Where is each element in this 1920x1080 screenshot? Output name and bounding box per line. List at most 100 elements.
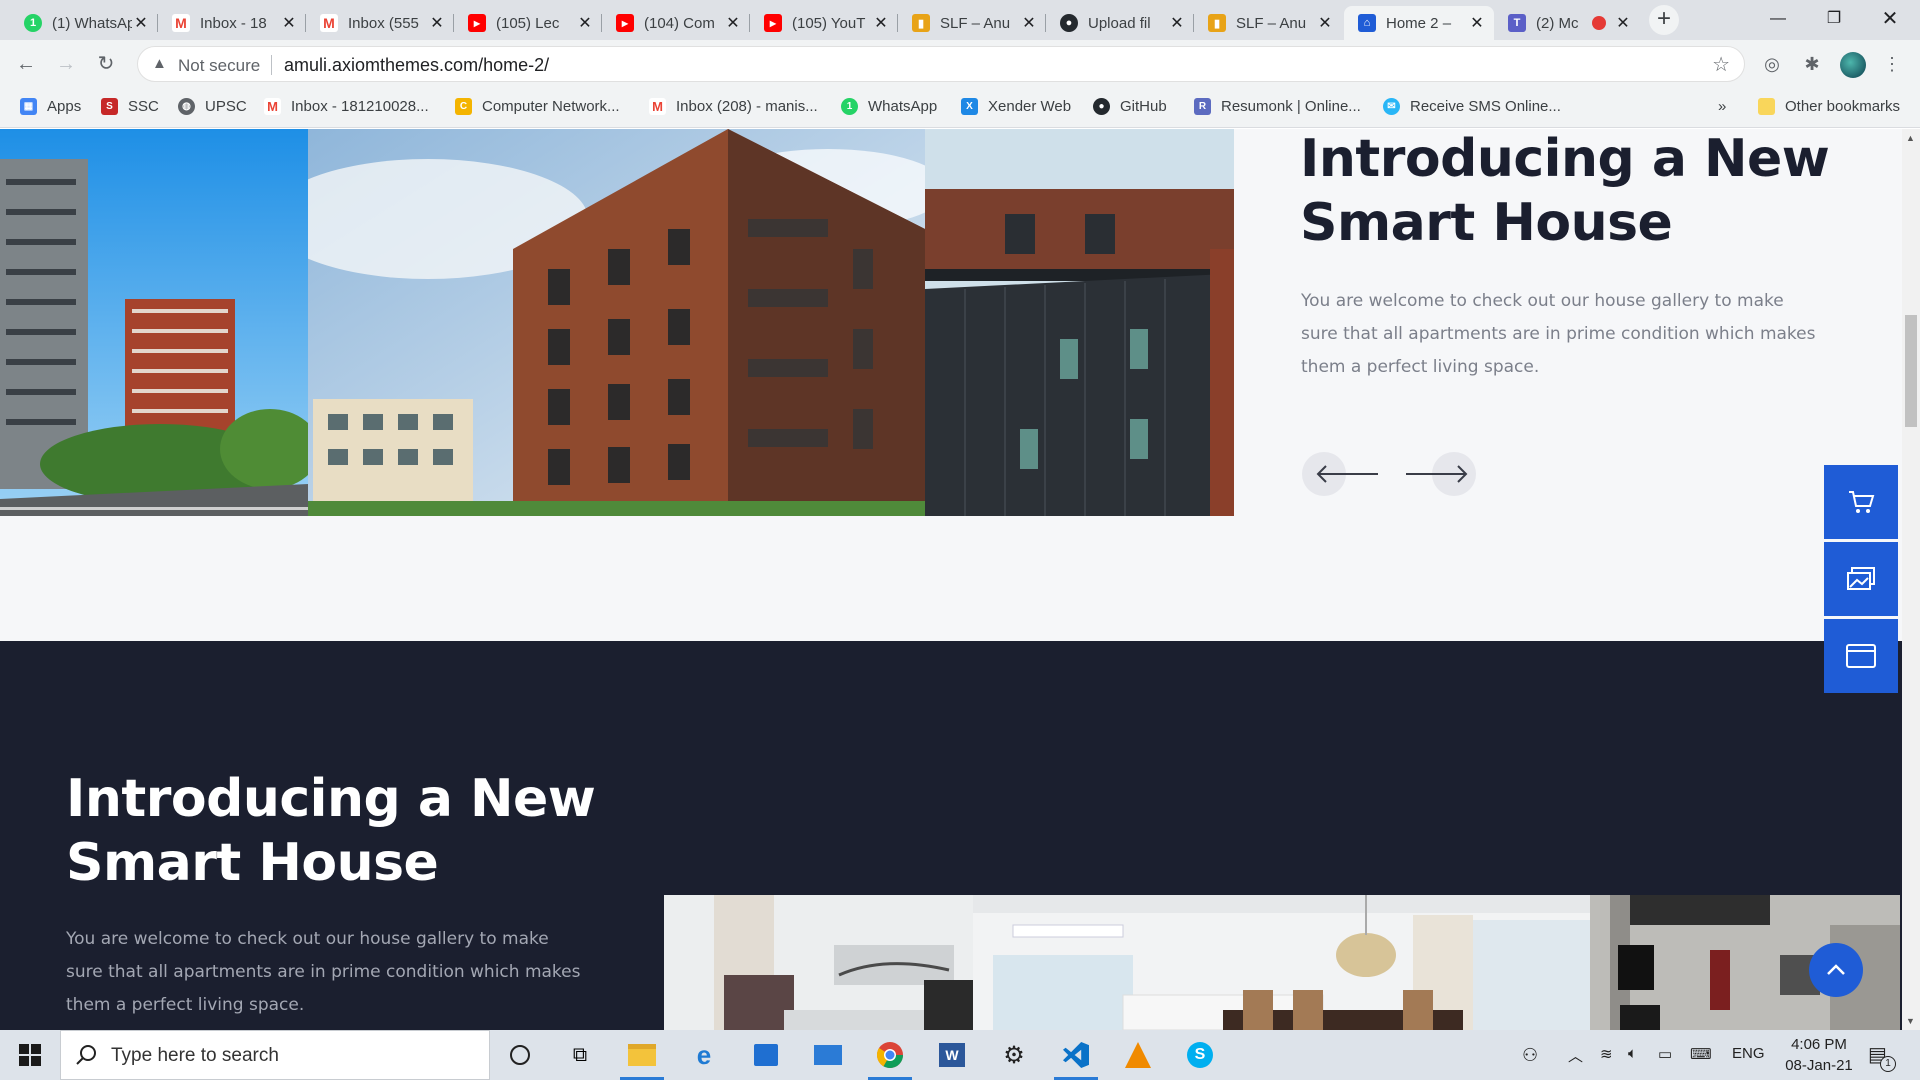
bookmark-inbox-1[interactable]: M Inbox - 181210028... (264, 98, 429, 115)
battery-icon[interactable]: ▭ (1658, 1045, 1672, 1063)
gallery-button[interactable] (1824, 542, 1898, 616)
close-tab-icon[interactable]: ✕ (428, 13, 446, 33)
close-tab-icon[interactable]: ✕ (1614, 13, 1632, 33)
close-tab-icon[interactable]: ✕ (1168, 13, 1186, 33)
url-text[interactable]: amuli.axiomthemes.com/home-2/ (284, 55, 549, 76)
gmail-icon: M (320, 14, 338, 32)
page-scrollbar[interactable]: ▲ ▼ (1902, 129, 1920, 1030)
language-indicator[interactable]: ENG (1732, 1045, 1765, 1062)
minimize-icon[interactable]: — (1750, 0, 1806, 40)
tab-github-upload[interactable]: ● Upload fil ✕ (1046, 6, 1194, 40)
back-icon[interactable]: ← (12, 50, 40, 78)
bookmark-star-icon[interactable]: ☆ (1712, 52, 1730, 77)
taskbar-search[interactable]: Type here to search (60, 1030, 490, 1080)
bookmark-apps[interactable]: ▦ Apps (20, 98, 81, 115)
chevron-up-icon (1827, 964, 1845, 975)
bookmark-receive-sms[interactable]: ✉ Receive SMS Online... (1383, 98, 1561, 115)
paragraph-line: them a perfect living space. (1301, 357, 1540, 377)
clock[interactable]: 4:06 PM 08-Jan-21 (1774, 1034, 1864, 1076)
security-label[interactable]: Not secure (178, 56, 260, 76)
vscode-app[interactable] (1048, 1030, 1104, 1080)
bookmark-label: WhatsApp (868, 98, 938, 115)
bookmark-whatsapp[interactable]: 1 WhatsApp (841, 98, 937, 115)
prev-slide-button[interactable] (1302, 452, 1378, 496)
bookmark-computer-network[interactable]: C Computer Network... (455, 98, 620, 115)
screen-capture-icon[interactable]: ◎ (1760, 52, 1784, 76)
skype-app[interactable]: S (1172, 1030, 1228, 1080)
bookmark-github[interactable]: ● GitHub (1093, 98, 1167, 115)
close-tab-icon[interactable]: ✕ (132, 13, 150, 33)
address-bar[interactable]: ▲ Not secure amuli.axiomthemes.com/home-… (137, 46, 1745, 82)
close-tab-icon[interactable]: ✕ (724, 13, 742, 33)
forward-icon[interactable]: → (52, 50, 80, 78)
tab-whatsapp[interactable]: 1 (1) WhatsApp ✕ (10, 6, 158, 40)
bookmark-label: UPSC (205, 98, 247, 115)
extensions-icon[interactable]: ✱ (1800, 52, 1824, 76)
image-gallery-icon (1847, 567, 1875, 590)
close-tab-icon[interactable]: ✕ (1020, 13, 1038, 33)
bookmark-label: Xender Web (988, 98, 1072, 115)
show-hidden-icons-chevron-icon[interactable]: ︿ (1568, 1045, 1583, 1066)
start-button[interactable] (2, 1030, 58, 1080)
tab-teams[interactable]: T (2) Mc ✕ (1494, 6, 1640, 40)
bookmark-xender[interactable]: X Xender Web (961, 98, 1071, 115)
gmail-icon: M (172, 14, 190, 32)
tab-gmail-2[interactable]: M Inbox (555 ✕ (306, 6, 454, 40)
wifi-icon[interactable]: ≋ (1600, 1045, 1613, 1063)
next-slide-button[interactable] (1406, 452, 1476, 496)
scrollbar-thumb[interactable] (1905, 315, 1917, 427)
bookmarks-overflow-button[interactable]: » (1718, 98, 1726, 115)
browser-toolbar: ← → ↻ ▲ Not secure amuli.axiomthemes.com… (0, 40, 1920, 88)
close-tab-icon[interactable]: ✕ (872, 13, 890, 33)
heading-line: Smart House (66, 833, 439, 893)
tab-youtube-3[interactable]: ▶ (105) YouT ✕ (750, 6, 898, 40)
restore-icon[interactable]: ❐ (1806, 0, 1862, 40)
bookmark-ssc[interactable]: S SSC (101, 98, 159, 115)
tab-slf-2[interactable]: ▮ SLF – Anu ✕ (1194, 6, 1342, 40)
scroll-down-icon[interactable]: ▼ (1906, 1016, 1915, 1026)
paragraph-line: You are welcome to check out our house g… (66, 929, 549, 949)
bookmark-label: Receive SMS Online... (1410, 98, 1561, 115)
scroll-to-top-button[interactable] (1809, 943, 1863, 997)
chrome-app[interactable] (862, 1030, 918, 1080)
menu-icon[interactable]: ⋮ (1880, 52, 1904, 76)
file-explorer-app[interactable] (614, 1030, 670, 1080)
bookmark-upsc[interactable]: ◍ UPSC (178, 98, 247, 115)
bar-chart-icon: ▮ (912, 14, 930, 32)
cart-button[interactable] (1824, 465, 1898, 539)
close-window-icon[interactable]: ✕ (1862, 0, 1918, 40)
close-tab-icon[interactable]: ✕ (1316, 13, 1334, 33)
close-tab-icon[interactable]: ✕ (1468, 13, 1486, 33)
new-tab-button[interactable]: + (1649, 5, 1679, 35)
tab-slf-1[interactable]: ▮ SLF – Anu ✕ (898, 6, 1046, 40)
volume-icon[interactable]: 🔈︎ (1628, 1045, 1637, 1062)
bookmark-resumonk[interactable]: R Resumonk | Online... (1194, 98, 1361, 115)
mail-app[interactable] (800, 1030, 856, 1080)
tab-home-2[interactable]: ⌂ Home 2 – ✕ (1344, 6, 1494, 40)
people-icon[interactable]: ⚇ (1522, 1045, 1538, 1066)
profile-avatar[interactable] (1840, 52, 1866, 78)
close-tab-icon[interactable]: ✕ (576, 13, 594, 33)
folder-icon (1758, 98, 1775, 115)
warning-icon[interactable]: ▲ (152, 55, 167, 72)
keyboard-icon[interactable]: ⌨︎ (1690, 1045, 1712, 1063)
bookmark-inbox-2[interactable]: M Inbox (208) - manis... (649, 98, 818, 115)
task-view-button[interactable]: ⧉ (552, 1030, 608, 1080)
tab-youtube-2[interactable]: ▶ (104) Com ✕ (602, 6, 750, 40)
store-app[interactable] (738, 1030, 794, 1080)
internet-explorer-app[interactable]: e (676, 1030, 732, 1080)
window-button[interactable] (1824, 619, 1898, 693)
cortana-button[interactable] (492, 1030, 548, 1080)
close-tab-icon[interactable]: ✕ (280, 13, 298, 33)
cart-icon (1849, 491, 1875, 513)
overflow-chevron-icon: » (1718, 98, 1727, 115)
action-center-button[interactable]: ▤ 1 (1868, 1042, 1896, 1072)
scroll-up-icon[interactable]: ▲ (1906, 133, 1915, 143)
tab-youtube-1[interactable]: ▶ (105) Lec ✕ (454, 6, 602, 40)
other-bookmarks[interactable]: Other bookmarks (1758, 98, 1900, 115)
word-app[interactable]: W (924, 1030, 980, 1080)
tab-gmail-1[interactable]: M Inbox - 18 ✕ (158, 6, 306, 40)
reload-icon[interactable]: ↻ (92, 50, 120, 78)
settings-app[interactable]: ⚙ (986, 1030, 1042, 1080)
vlc-app[interactable] (1110, 1030, 1166, 1080)
